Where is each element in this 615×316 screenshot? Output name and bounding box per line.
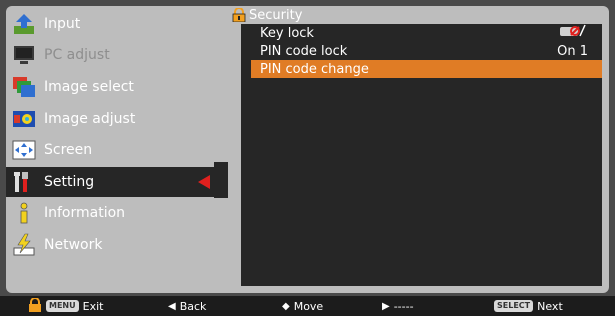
menu-item-network[interactable]: Network bbox=[6, 230, 218, 260]
image-adjust-icon bbox=[12, 107, 36, 131]
footer-next-label: Next bbox=[537, 299, 563, 313]
menu-item-label: Information bbox=[44, 205, 126, 221]
footer-move[interactable]: ◆ Move bbox=[282, 296, 323, 316]
right-arrow-icon: ▶ bbox=[382, 300, 390, 312]
key-lock-icon bbox=[558, 24, 602, 42]
main-menu: Input PC adjust Image select Image adjus… bbox=[6, 6, 218, 293]
submenu-title-text: Security bbox=[249, 7, 303, 23]
row-label: PIN code change bbox=[260, 61, 369, 77]
lock-icon bbox=[28, 296, 42, 315]
footer-move-label: Move bbox=[293, 299, 324, 313]
setting-icon bbox=[12, 170, 36, 194]
footer-back-label: Back bbox=[179, 299, 207, 313]
up-down-arrow-icon: ◆ bbox=[282, 300, 290, 312]
selection-pointer-icon bbox=[198, 175, 210, 189]
menu-item-information[interactable]: Information bbox=[6, 198, 218, 228]
footer-back[interactable]: ◀ Back bbox=[168, 296, 206, 316]
panel-connector bbox=[218, 6, 228, 293]
menu-item-setting[interactable]: Setting bbox=[6, 167, 218, 197]
lock-icon bbox=[232, 7, 246, 23]
network-icon bbox=[12, 233, 36, 257]
footer-exit-label: Exit bbox=[82, 299, 104, 313]
input-icon bbox=[12, 12, 36, 36]
footer-bar: MENU Exit ◀ Back ◆ Move ▶ ----- SELECT N… bbox=[0, 296, 615, 316]
menu-item-screen[interactable]: Screen bbox=[6, 135, 218, 165]
submenu-title: Security bbox=[232, 6, 302, 24]
select-key-badge: SELECT bbox=[494, 300, 534, 312]
row-key-lock[interactable]: Key lock bbox=[251, 24, 602, 42]
footer-next[interactable]: SELECT Next bbox=[494, 296, 563, 316]
row-pin-code-change[interactable]: PIN code change bbox=[251, 60, 602, 78]
menu-item-image-adjust[interactable]: Image adjust bbox=[6, 104, 218, 134]
menu-item-label: Image select bbox=[44, 79, 134, 95]
footer-dashes-label: ----- bbox=[393, 299, 414, 313]
row-label: Key lock bbox=[260, 25, 314, 41]
menu-item-label: Image adjust bbox=[44, 111, 136, 127]
menu-key-badge: MENU bbox=[46, 300, 79, 312]
projector-menu: Input PC adjust Image select Image adjus… bbox=[0, 0, 615, 316]
panel-connector-active bbox=[214, 162, 228, 198]
menu-item-pc-adjust[interactable]: PC adjust bbox=[6, 40, 218, 70]
menu-item-label: PC adjust bbox=[44, 47, 110, 63]
menu-item-image-select[interactable]: Image select bbox=[6, 72, 218, 102]
menu-item-label: Network bbox=[44, 237, 103, 253]
footer-forward[interactable]: ▶ ----- bbox=[382, 296, 414, 316]
row-pin-code-lock[interactable]: PIN code lock On 1 bbox=[251, 42, 602, 60]
screen-icon bbox=[12, 138, 36, 162]
left-arrow-icon: ◀ bbox=[168, 300, 176, 312]
submenu-panel: Security Key lock PIN code lock On 1 PIN… bbox=[228, 6, 609, 293]
image-select-icon bbox=[12, 75, 36, 99]
menu-item-label: Screen bbox=[44, 142, 93, 158]
menu-item-input[interactable]: Input bbox=[6, 9, 218, 39]
menu-item-label: Input bbox=[44, 16, 81, 32]
footer-exit[interactable]: MENU Exit bbox=[28, 296, 103, 316]
information-icon bbox=[12, 201, 36, 225]
submenu-list: Key lock PIN code lock On 1 PIN code cha… bbox=[241, 24, 602, 286]
row-value: On 1 bbox=[557, 43, 588, 59]
row-label: PIN code lock bbox=[260, 43, 348, 59]
pc-adjust-icon bbox=[12, 43, 36, 67]
menu-item-label: Setting bbox=[44, 174, 95, 190]
